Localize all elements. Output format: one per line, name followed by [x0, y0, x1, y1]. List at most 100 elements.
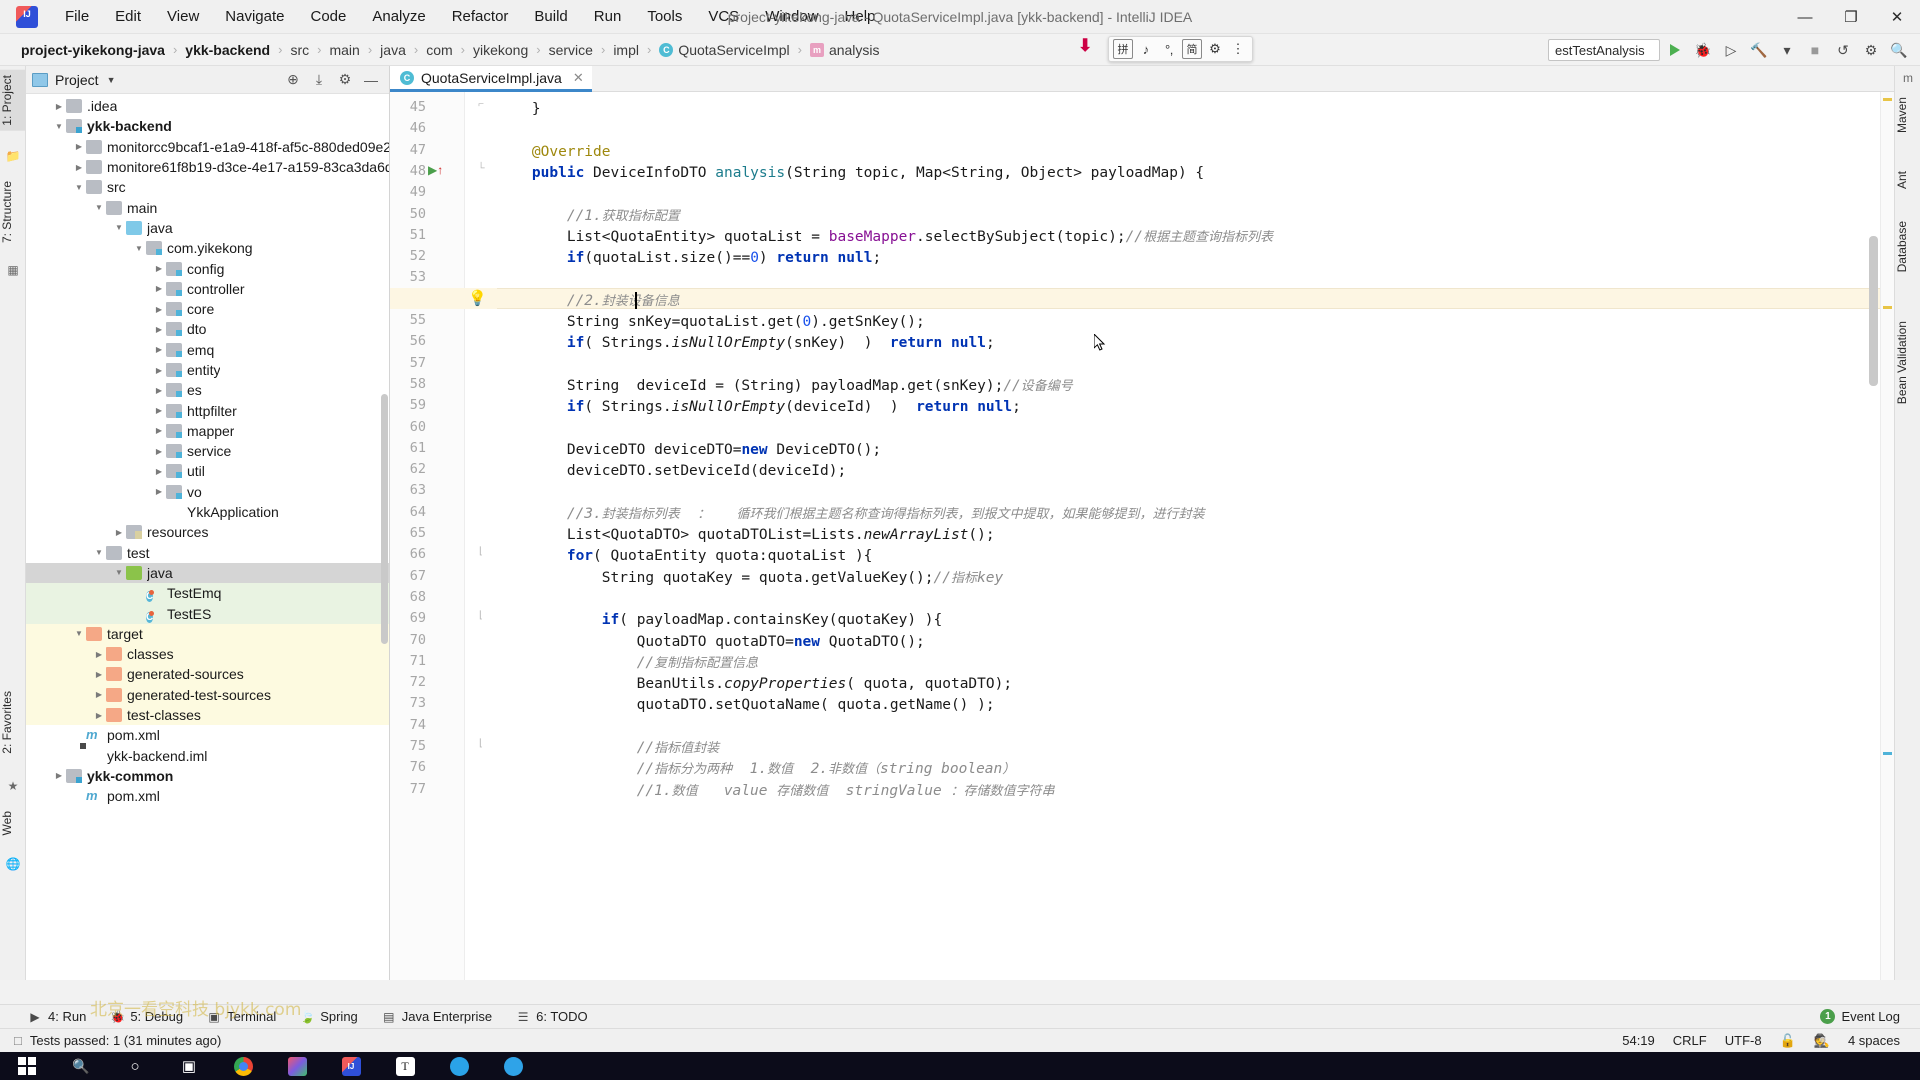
tree-node-core[interactable]: ▶ core — [26, 299, 389, 319]
chevron-down-icon[interactable]: ▼ — [112, 223, 126, 232]
sidebar-item-favorites[interactable]: 2: Favorites — [0, 686, 26, 759]
toolwindow-5-debug[interactable]: 🐞 5: Debug — [110, 1009, 197, 1024]
breadcrumb-item-analysis[interactable]: m analysis — [803, 40, 887, 60]
run-button[interactable] — [1662, 37, 1688, 63]
code-editor[interactable]: 4546474849505152535455565758596061626364… — [390, 92, 1894, 980]
chevron-down-icon[interactable]: ▼ — [92, 203, 106, 212]
editor-code-text[interactable]: } @Override public DeviceInfoDTO analysi… — [497, 92, 1894, 980]
maximize-button[interactable]: ❐ — [1828, 0, 1874, 34]
editor-gutter[interactable]: 4546474849505152535455565758596061626364… — [390, 92, 465, 980]
tree-node-classes[interactable]: ▶ classes — [26, 644, 389, 665]
editor-fold-column[interactable]: ⌐ └ ⌊ ⌊ ⌊ — [465, 92, 497, 980]
tree-node-ykk-backend-iml[interactable]: ykk-backend.iml — [26, 746, 389, 766]
toolwindow-6-todo[interactable]: ☰ 6: TODO — [516, 1009, 602, 1024]
menu-item-build[interactable]: Build — [521, 5, 580, 28]
settings-gear-icon[interactable]: ⚙ — [337, 71, 353, 88]
tree-node-es[interactable]: ▶ es — [26, 380, 389, 400]
menu-item-file[interactable]: File — [52, 5, 102, 28]
run-method-gutter-icon[interactable]: ▶↑ — [428, 163, 443, 177]
code-fold-marker[interactable]: ⌊ — [465, 546, 497, 557]
tree-node-monitorcc9bcaf1-e1a9-418f-af5c-880ded09e280[interactable]: ▶ monitorcc9bcaf1-e1a9-418f-af5c-880ded09… — [26, 137, 389, 157]
tree-node-resources[interactable]: ▶ resources — [26, 522, 389, 542]
search-everywhere-icon[interactable]: 🔍 — [1886, 37, 1912, 63]
marker-warning[interactable] — [1883, 306, 1892, 309]
menu-item-refactor[interactable]: Refactor — [439, 5, 522, 28]
menu-item-help[interactable]: Help — [832, 5, 889, 28]
tree-node-java[interactable]: ▼ java — [26, 218, 389, 238]
chevron-right-icon[interactable]: ▶ — [112, 528, 126, 537]
marker-warning[interactable] — [1883, 98, 1892, 101]
task-view[interactable]: ▣ — [162, 1052, 216, 1080]
toolwindow-terminal[interactable]: ▣ Terminal — [207, 1009, 290, 1024]
sidebar-item-web[interactable]: Web — [0, 806, 26, 840]
chevron-down-icon[interactable]: ▼ — [107, 75, 116, 85]
sound-icon[interactable]: ♪ — [1136, 39, 1156, 59]
tree-node-dto[interactable]: ▶ dto — [26, 319, 389, 339]
tree-node-mapper[interactable]: ▶ mapper — [26, 421, 389, 441]
chevron-down-icon[interactable]: ▼ — [72, 183, 86, 192]
ime-floating-toolbar[interactable]: 拼 ♪ °‚ 简 ⚙ ⋮ — [1108, 36, 1253, 62]
chevron-right-icon[interactable]: ▶ — [152, 366, 166, 375]
hide-panel-icon[interactable]: — — [363, 72, 379, 88]
tree-node-httpfilter[interactable]: ▶ httpfilter — [26, 400, 389, 420]
chevron-right-icon[interactable]: ▶ — [152, 406, 166, 415]
sidebar-item-structure[interactable]: 7: Structure — [0, 176, 26, 248]
tree-node-generated-sources[interactable]: ▶ generated-sources — [26, 664, 389, 685]
chrome-taskbar[interactable] — [216, 1052, 270, 1080]
breadcrumb-item-com[interactable]: com — [419, 40, 459, 60]
menu-item-tools[interactable]: Tools — [634, 5, 695, 28]
close-icon[interactable]: ✕ — [573, 70, 584, 86]
chevron-right-icon[interactable]: ▶ — [92, 650, 106, 659]
code-fold-marker[interactable]: ⌊ — [465, 738, 497, 749]
status-message[interactable]: Tests passed: 1 (31 minutes ago) — [30, 1033, 222, 1048]
chevron-down-icon[interactable]: ▼ — [72, 629, 86, 638]
simplified-icon[interactable]: 简 — [1182, 39, 1202, 59]
settings-gear-icon[interactable]: ⚙ — [1858, 37, 1884, 63]
inspector-icon[interactable]: 🕵 — [1814, 1033, 1830, 1049]
pinyin-mode-icon[interactable]: 拼 — [1113, 39, 1133, 59]
caret-position[interactable]: 54:19 — [1622, 1033, 1655, 1048]
run-configuration-selector[interactable]: estTestAnalysis — [1548, 39, 1660, 61]
tree-node-emq[interactable]: ▶ emq — [26, 340, 389, 360]
run-coverage-button[interactable]: ▷ — [1718, 37, 1744, 63]
build-button[interactable]: 🔨 — [1746, 37, 1772, 63]
code-fold-marker[interactable]: ⌊ — [465, 610, 497, 621]
tree-node-generated-test-sources[interactable]: ▶ generated-test-sources — [26, 684, 389, 705]
line-separator[interactable]: CRLF — [1673, 1033, 1707, 1048]
tree-node-vo[interactable]: ▶ vo — [26, 482, 389, 502]
chevron-right-icon[interactable]: ▶ — [92, 690, 106, 699]
chevron-right-icon[interactable]: ▶ — [152, 305, 166, 314]
code-fold-marker[interactable]: ⌐ — [465, 99, 497, 110]
chevron-right-icon[interactable]: ▶ — [92, 670, 106, 679]
menu-item-code[interactable]: Code — [297, 5, 359, 28]
chevron-down-icon[interactable]: ▼ — [52, 122, 66, 131]
menu-item-view[interactable]: View — [154, 5, 212, 28]
close-button[interactable]: ✕ — [1874, 0, 1920, 34]
punctuation-icon[interactable]: °‚ — [1159, 39, 1179, 59]
editor-marker-strip[interactable] — [1880, 92, 1894, 980]
tree-node-monitore61f8b19-d3ce-4e17-a159-83ca3da6d71[interactable]: ▶ monitore61f8b19-d3ce-4e17-a159-83ca3da6… — [26, 157, 389, 177]
chevron-down-icon[interactable]: ▾ — [1774, 37, 1800, 63]
chevron-down-icon[interactable]: ▼ — [112, 568, 126, 577]
breadcrumb-item-java[interactable]: java — [373, 40, 413, 60]
sidebar-item-bean-validation[interactable]: Bean Validation — [1895, 316, 1920, 409]
chevron-right-icon[interactable]: ▶ — [52, 771, 66, 780]
editor-scrollbar-thumb[interactable] — [1869, 236, 1878, 386]
cortana-taskbar[interactable]: ○ — [108, 1052, 162, 1080]
sidebar-item-ant[interactable]: Ant — [1895, 166, 1920, 194]
menu-item-window[interactable]: Window — [752, 5, 831, 28]
menu-item-edit[interactable]: Edit — [102, 5, 154, 28]
project-scrollbar-thumb[interactable] — [381, 394, 388, 644]
locate-in-tree-icon[interactable]: ⊕ — [285, 71, 301, 88]
store-taskbar[interactable] — [270, 1052, 324, 1080]
ime-more-icon[interactable]: ⋮ — [1228, 39, 1248, 59]
download-arrow-icon[interactable]: ⬇ — [1078, 36, 1092, 56]
file-encoding[interactable]: UTF-8 — [1725, 1033, 1762, 1048]
toolwindow-4-run[interactable]: ▶ 4: Run — [28, 1009, 100, 1024]
chevron-right-icon[interactable]: ▶ — [92, 711, 106, 720]
typora-taskbar[interactable]: T — [378, 1052, 432, 1080]
breadcrumb-item-impl[interactable]: impl — [606, 40, 646, 60]
tree-node-ykkapplication[interactable]: YkkApplication — [26, 502, 389, 522]
tree-node-test-classes[interactable]: ▶ test-classes — [26, 704, 389, 726]
menu-item-vcs[interactable]: VCS — [695, 5, 752, 28]
